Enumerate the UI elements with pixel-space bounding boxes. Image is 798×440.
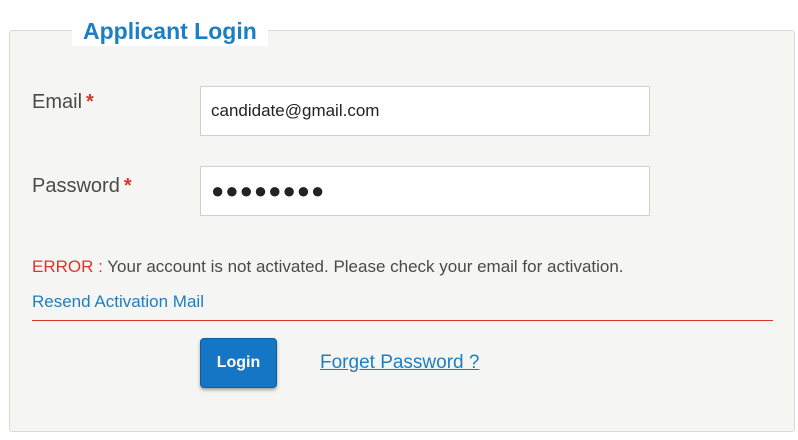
password-label-text: Password (32, 175, 120, 197)
login-button[interactable]: Login (200, 338, 277, 388)
email-field[interactable] (200, 86, 650, 136)
error-message: ERROR : Your account is not activated. P… (32, 257, 624, 277)
error-text: Your account is not activated. Please ch… (107, 257, 624, 276)
email-required-mark: * (86, 91, 94, 113)
form-title: Applicant Login (72, 16, 268, 46)
email-label: Email * (32, 90, 94, 114)
password-label: Password * (32, 174, 132, 198)
error-divider (32, 320, 773, 321)
resend-activation-link[interactable]: Resend Activation Mail (32, 292, 204, 312)
error-label: ERROR : (32, 257, 103, 276)
forget-password-link[interactable]: Forget Password ? (320, 352, 479, 374)
email-label-text: Email (32, 91, 83, 113)
password-field[interactable] (200, 166, 650, 216)
password-required-mark: * (123, 175, 132, 197)
